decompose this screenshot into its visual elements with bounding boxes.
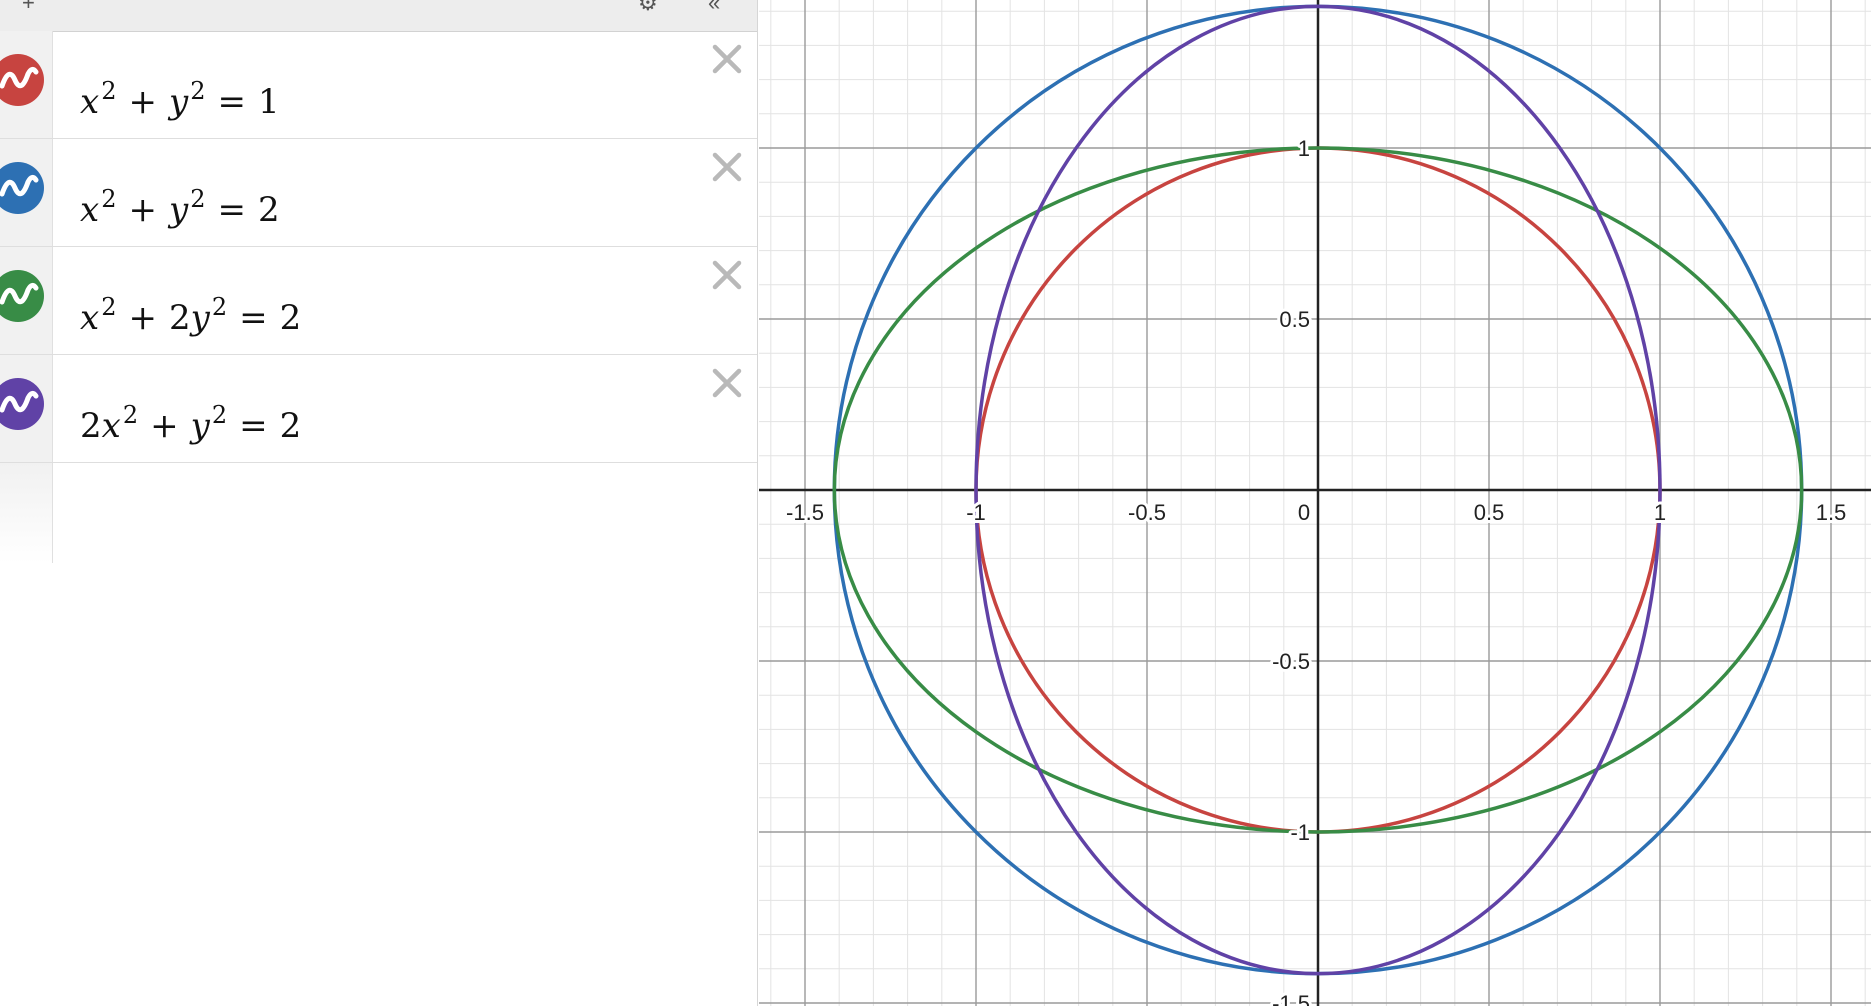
- y-tick-label: 1: [1298, 136, 1310, 161]
- math-exponent: 2: [101, 185, 117, 213]
- math-coefficient: 2: [80, 406, 102, 446]
- math-variable: y: [190, 406, 210, 446]
- math-rhs: 2: [279, 406, 302, 446]
- math-exponent: 2: [211, 401, 228, 429]
- math-equals: =: [217, 190, 246, 230]
- math-operator: +: [128, 190, 157, 230]
- math-exponent: 2: [190, 185, 206, 213]
- math-equals: =: [239, 298, 268, 338]
- x-tick-label: 0.5: [1474, 500, 1505, 525]
- collapse-panel-icon[interactable]: «: [708, 0, 720, 14]
- math-variable: x: [80, 190, 100, 230]
- expression-row[interactable]: x2 + y2 = 2: [0, 139, 757, 247]
- math-operator: +: [128, 298, 157, 338]
- graph-color-icon[interactable]: [0, 54, 44, 106]
- row-gutter: [0, 355, 53, 462]
- expression-panel: + ⚙ « x2 + y2 = 1 x2 + y2 = 2 x2 + 2y2 =…: [0, 0, 758, 1006]
- graph-color-icon[interactable]: [0, 162, 44, 214]
- x-tick-label: -1: [966, 500, 986, 525]
- axes: [759, 0, 1871, 1006]
- expression-math[interactable]: x2 + y2 = 1: [80, 77, 280, 122]
- y-tick-label: -0.5: [1272, 649, 1310, 674]
- close-icon: [712, 368, 742, 398]
- delete-expression-button[interactable]: [709, 41, 745, 77]
- expression-math[interactable]: x2 +2y2 = 2: [80, 293, 301, 338]
- math-rhs: 2: [257, 190, 280, 230]
- x-tick-label: -0.5: [1128, 500, 1166, 525]
- row-gutter: [0, 247, 53, 354]
- x-tick-label: 0: [1298, 500, 1310, 525]
- math-exponent: 2: [211, 293, 228, 321]
- major-grid: [759, 0, 1871, 1006]
- x-tick-label: 1: [1654, 500, 1666, 525]
- graph-color-icon[interactable]: [0, 270, 44, 322]
- expression-list: x2 + y2 = 1 x2 + y2 = 2 x2 +2y2 = 2 2x2 …: [0, 31, 757, 563]
- math-exponent: 2: [122, 401, 139, 429]
- math-equals: =: [239, 406, 268, 446]
- minor-grid: [759, 0, 1871, 1006]
- expression-math[interactable]: x2 + y2 = 2: [80, 185, 280, 230]
- expression-math[interactable]: 2x2 + y2 = 2: [80, 401, 301, 446]
- delete-expression-button[interactable]: [709, 365, 745, 401]
- math-variable: y: [168, 82, 189, 122]
- math-operator: +: [150, 406, 179, 446]
- math-variable: x: [80, 82, 100, 122]
- graph-svg[interactable]: -1.5 -1 -0.5 0 0.5 1 1.5 1 0.5 -0.5 -1 -1.5: [759, 0, 1871, 1006]
- expression-row[interactable]: x2 +2y2 = 2: [0, 247, 757, 355]
- close-icon: [712, 260, 742, 290]
- math-rhs: 2: [279, 298, 302, 338]
- close-icon: [712, 44, 742, 74]
- math-coefficient: 2: [168, 298, 191, 338]
- tick-labels: -1.5 -1 -0.5 0 0.5 1 1.5 1 0.5 -0.5 -1 -1.5: [783, 133, 1849, 1006]
- math-operator: +: [128, 82, 157, 122]
- delete-expression-button[interactable]: [709, 257, 745, 293]
- math-variable: x: [80, 298, 100, 338]
- settings-icon[interactable]: ⚙: [638, 0, 658, 14]
- panel-header: + ⚙ «: [0, 0, 757, 32]
- row-gutter: [0, 463, 53, 563]
- math-exponent: 2: [101, 293, 117, 321]
- graph-color-icon[interactable]: [0, 378, 44, 430]
- add-expression-icon[interactable]: +: [22, 0, 35, 14]
- graph-canvas[interactable]: -1.5 -1 -0.5 0 0.5 1 1.5 1 0.5 -0.5 -1 -1.5: [759, 0, 1871, 1006]
- math-variable: y: [168, 190, 189, 230]
- row-gutter: [0, 31, 53, 138]
- x-tick-label: 1.5: [1816, 500, 1847, 525]
- y-tick-label: -1: [1290, 820, 1310, 845]
- delete-expression-button[interactable]: [709, 149, 745, 185]
- close-icon: [712, 152, 742, 182]
- math-equals: =: [217, 82, 246, 122]
- y-tick-label: 0.5: [1279, 307, 1310, 332]
- y-tick-label: -1.5: [1272, 991, 1310, 1006]
- math-exponent: 2: [190, 77, 206, 105]
- math-variable: y: [190, 298, 210, 338]
- new-expression-row[interactable]: [0, 463, 757, 563]
- math-rhs: 1: [257, 82, 280, 122]
- expression-row[interactable]: 2x2 + y2 = 2: [0, 355, 757, 463]
- x-tick-label: -1.5: [786, 500, 824, 525]
- expression-row[interactable]: x2 + y2 = 1: [0, 31, 757, 139]
- row-gutter: [0, 139, 53, 246]
- math-exponent: 2: [101, 77, 117, 105]
- math-variable: x: [101, 406, 121, 446]
